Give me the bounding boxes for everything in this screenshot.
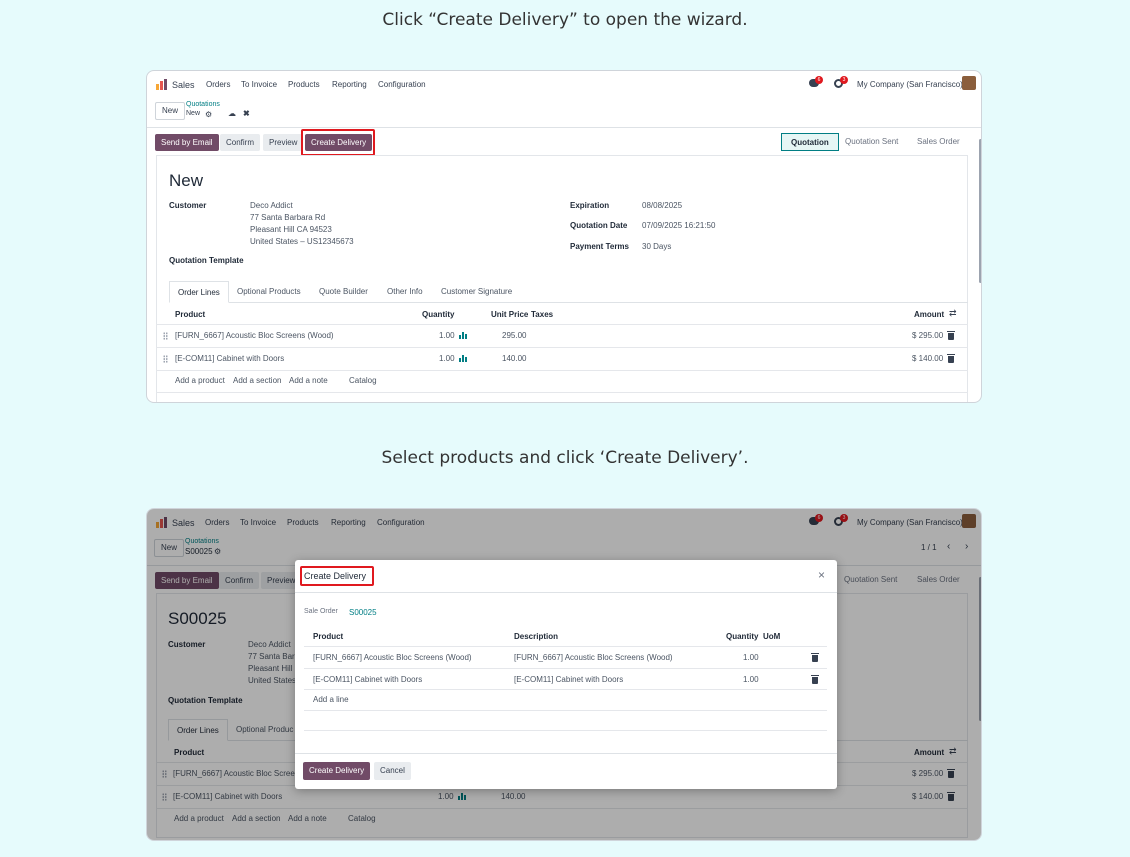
breadcrumb-quotations[interactable]: Quotations [186,101,220,108]
col-quantity[interactable]: Quantity [422,310,454,319]
stage-quotation[interactable]: Quotation [781,133,839,151]
confirm-button[interactable]: Confirm [220,134,261,151]
highlight-box [300,566,374,586]
company-switcher[interactable]: My Company (San Francisco) [857,80,963,89]
col-product[interactable]: Product [175,310,205,319]
trash-icon[interactable] [811,653,819,663]
chat-badge: 6 [815,76,823,84]
catalog-link[interactable]: Catalog [349,376,377,385]
gear-icon[interactable]: ⚙ [205,110,212,119]
caption-step-2: Select products and click ‘Create Delive… [381,448,749,468]
table-row[interactable]: [FURN_6667] Acoustic Bloc Screens (Wood)… [156,325,968,347]
add-section-link[interactable]: Add a section [233,376,281,385]
stage-sales-order[interactable]: Sales Order [917,133,960,151]
payment-terms-value[interactable]: 30 Days [642,241,671,253]
tab-order-lines[interactable]: Order Lines [169,281,229,303]
line-unit-price: 140.00 [502,354,527,363]
top-navbar: Sales Orders To Invoice Products Reporti… [147,71,981,97]
menu-configuration[interactable]: Configuration [378,80,426,89]
discard-icon[interactable]: ✖ [243,109,250,118]
dialog-col-uom[interactable]: UoM [763,632,780,641]
breadcrumb-current: New [186,110,201,117]
add-line-link[interactable]: Add a line [313,695,349,704]
dialog-line-description: [E-COM11] Cabinet with Doors [514,675,624,684]
menu-reporting[interactable]: Reporting [332,80,367,89]
send-by-email-button[interactable]: Send by Email [155,134,219,151]
dialog-col-quantity[interactable]: Quantity [726,632,758,641]
line-product: [FURN_6667] Acoustic Bloc Screens (Wood) [175,331,334,340]
quotation-template-label: Quotation Template [169,256,244,265]
expiration-value[interactable]: 08/08/2025 [642,200,682,212]
create-delivery-dialog: Create Delivery × Sale Order S00025 Prod… [295,560,837,789]
record-title: New [169,171,204,190]
dialog-line-quantity: 1.00 [743,653,759,662]
sale-order-link[interactable]: S00025 [349,608,377,617]
quotation-date-label: Quotation Date [570,221,628,230]
caption-step-1: Click “Create Delivery” to open the wiza… [382,10,748,30]
tab-quote-builder[interactable]: Quote Builder [311,281,376,303]
col-taxes[interactable]: Taxes [531,310,553,319]
customer-country: United States – US12345673 [250,237,354,246]
menu-to-invoice[interactable]: To Invoice [241,80,277,89]
line-amount: $ 140.00 [912,354,944,363]
customer-city: Pleasant Hill CA 94523 [250,225,332,234]
new-button[interactable]: New [155,102,186,120]
tab-optional-products[interactable]: Optional Products [229,281,309,303]
dialog-create-delivery-button[interactable]: Create Delivery [303,762,371,780]
add-product-link[interactable]: Add a product [175,376,225,385]
line-quantity: 1.00 [439,331,455,340]
dialog-col-product[interactable]: Product [313,632,343,641]
dialog-table-row[interactable]: [FURN_6667] Acoustic Bloc Screens (Wood)… [304,647,827,668]
close-icon[interactable]: × [818,568,825,582]
quotation-date-value[interactable]: 07/09/2025 16:21:50 [642,220,715,232]
dialog-line-product: [FURN_6667] Acoustic Bloc Screens (Wood) [313,653,472,662]
drag-handle-icon[interactable] [163,332,168,340]
scrollbar[interactable] [979,139,981,283]
line-product: [E-COM11] Cabinet with Doors [175,354,285,363]
dialog-line-quantity: 1.00 [743,675,759,684]
line-amount: $ 295.00 [912,331,944,340]
add-note-link[interactable]: Add a note [289,376,328,385]
app-name[interactable]: Sales [172,80,195,90]
highlight-box [301,129,375,156]
customer-name[interactable]: Deco Addict [250,200,293,212]
activity-badge: 3 [840,76,848,84]
forecast-graph-icon[interactable] [459,331,468,340]
col-unit-price[interactable]: Unit Price [491,310,528,319]
customer-street: 77 Santa Barbara Rd [250,213,326,222]
dialog-line-description: [FURN_6667] Acoustic Bloc Screens (Wood) [514,653,673,662]
tab-other-info[interactable]: Other Info [379,281,431,303]
preview-button[interactable]: Preview [263,134,304,151]
trash-icon[interactable] [947,354,955,364]
tab-customer-signature[interactable]: Customer Signature [433,281,521,303]
avatar[interactable] [962,76,976,90]
payment-terms-label: Payment Terms [570,242,629,251]
table-row[interactable]: [E-COM11] Cabinet with Doors 1.00 140.00… [156,348,968,370]
screenshot-2: Sales Orders To Invoice Products Reporti… [146,508,982,841]
cloud-save-icon[interactable]: ☁ [228,109,236,118]
optional-columns-icon[interactable]: ⇄ [949,308,957,319]
trash-icon[interactable] [811,675,819,685]
dialog-table-row[interactable]: [E-COM11] Cabinet with Doors [E-COM11] C… [304,669,827,690]
line-quantity: 1.00 [439,354,455,363]
col-amount[interactable]: Amount [914,310,944,319]
forecast-graph-icon[interactable] [459,354,468,363]
screenshot-1: Sales Orders To Invoice Products Reporti… [146,70,982,403]
customer-label: Customer [169,201,207,210]
dialog-line-product: [E-COM11] Cabinet with Doors [313,675,423,684]
menu-products[interactable]: Products [288,80,320,89]
stage-quotation-sent[interactable]: Quotation Sent [845,133,898,151]
menu-orders[interactable]: Orders [206,80,230,89]
expiration-label: Expiration [570,201,610,210]
drag-handle-icon[interactable] [163,355,168,363]
sales-app-icon [156,79,167,90]
trash-icon[interactable] [947,331,955,341]
line-unit-price: 295.00 [502,331,527,340]
dialog-col-description[interactable]: Description [514,632,558,641]
sale-order-label: Sale Order [304,608,338,615]
dialog-cancel-button[interactable]: Cancel [374,762,411,780]
